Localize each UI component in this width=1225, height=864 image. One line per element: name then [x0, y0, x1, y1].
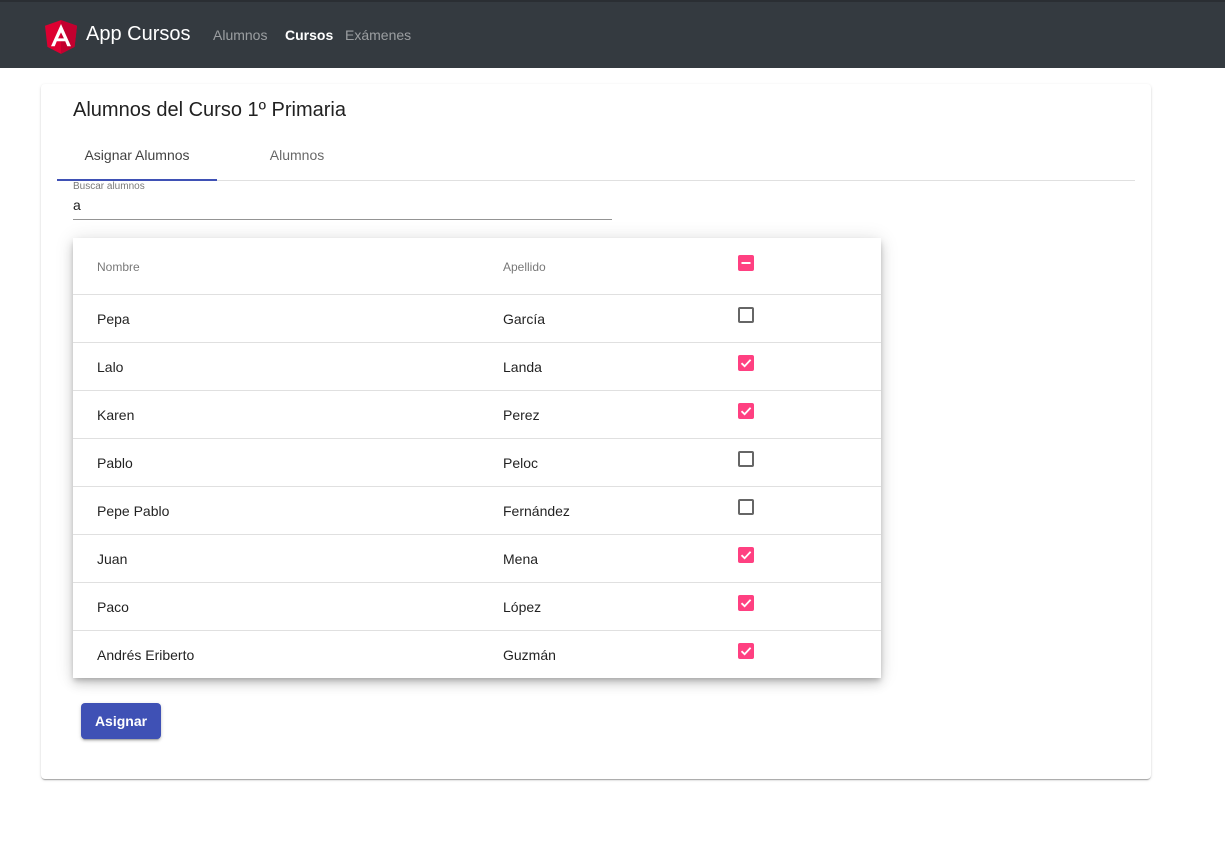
cell-nombre: Pepa	[97, 311, 130, 327]
navbar: App Cursos Alumnos Cursos Exámenes	[0, 0, 1225, 68]
search-field: Buscar alumnos	[73, 180, 612, 220]
tab-alumnos[interactable]: Alumnos	[217, 136, 377, 180]
angular-logo-icon[interactable]	[45, 20, 77, 54]
cell-nombre: Lalo	[97, 359, 124, 375]
assign-button[interactable]: Asignar	[81, 703, 161, 739]
search-input[interactable]	[73, 194, 612, 216]
row-select-checkbox[interactable]	[738, 499, 754, 515]
cell-nombre: Andrés Eriberto	[97, 647, 195, 663]
cell-apellido: Mena	[503, 551, 539, 567]
table-row: Lalo Landa	[73, 343, 881, 391]
row-select-checkbox[interactable]	[738, 403, 754, 419]
students-table: Nombre Apellido Pepa García Lalo Landa Karen…	[73, 238, 881, 678]
table-row: Karen Perez	[73, 391, 881, 439]
column-header-apellido[interactable]: Apellido	[503, 260, 546, 274]
cell-nombre: Juan	[97, 551, 128, 567]
cell-nombre: Paco	[97, 599, 129, 615]
nav-link-cursos[interactable]: Cursos	[285, 27, 333, 43]
cell-apellido: Peloc	[503, 455, 539, 471]
checkmark-icon	[740, 551, 752, 560]
column-header-nombre[interactable]: Nombre	[97, 260, 140, 274]
cell-nombre: Pablo	[97, 455, 133, 471]
cell-apellido: López	[503, 599, 542, 615]
tab-header: Asignar Alumnos Alumnos	[57, 136, 1135, 181]
course-card: Alumnos del Curso 1º Primaria Asignar Al…	[41, 84, 1151, 779]
search-label: Buscar alumnos	[73, 181, 145, 192]
indeterminate-icon	[741, 262, 751, 264]
checkmark-icon	[740, 359, 752, 368]
card-title: Alumnos del Curso 1º Primaria	[73, 99, 346, 121]
cell-apellido: Landa	[503, 359, 542, 375]
checkmark-icon	[740, 407, 752, 416]
cell-apellido: García	[503, 311, 546, 327]
tab-asignar-alumnos[interactable]: Asignar Alumnos	[57, 136, 217, 180]
row-select-checkbox[interactable]	[738, 643, 754, 659]
cell-nombre: Pepe Pablo	[97, 503, 170, 519]
cell-apellido: Fernández	[503, 503, 570, 519]
nav-link-examenes[interactable]: Exámenes	[345, 27, 411, 43]
table-row: Pepe Pablo Fernández	[73, 487, 881, 535]
search-underline	[73, 219, 612, 220]
table-row: Paco López	[73, 583, 881, 631]
table-header-row: Nombre Apellido	[73, 238, 881, 295]
cell-apellido: Perez	[503, 407, 540, 423]
row-select-checkbox[interactable]	[738, 451, 754, 467]
nav-link-alumnos[interactable]: Alumnos	[213, 27, 267, 43]
app-brand[interactable]: App Cursos	[86, 23, 191, 46]
row-select-checkbox[interactable]	[738, 595, 754, 611]
checkmark-icon	[740, 647, 752, 656]
table-row: Pepa García	[73, 295, 881, 343]
table-row: Pablo Peloc	[73, 439, 881, 487]
table-row: Juan Mena	[73, 535, 881, 583]
cell-nombre: Karen	[97, 407, 135, 423]
table-row: Andrés Eriberto Guzmán	[73, 631, 881, 679]
checkmark-icon	[740, 599, 752, 608]
row-select-checkbox[interactable]	[738, 547, 754, 563]
row-select-checkbox[interactable]	[738, 307, 754, 323]
cell-apellido: Guzmán	[503, 647, 556, 663]
row-select-checkbox[interactable]	[738, 355, 754, 371]
select-all-checkbox[interactable]	[738, 255, 754, 271]
